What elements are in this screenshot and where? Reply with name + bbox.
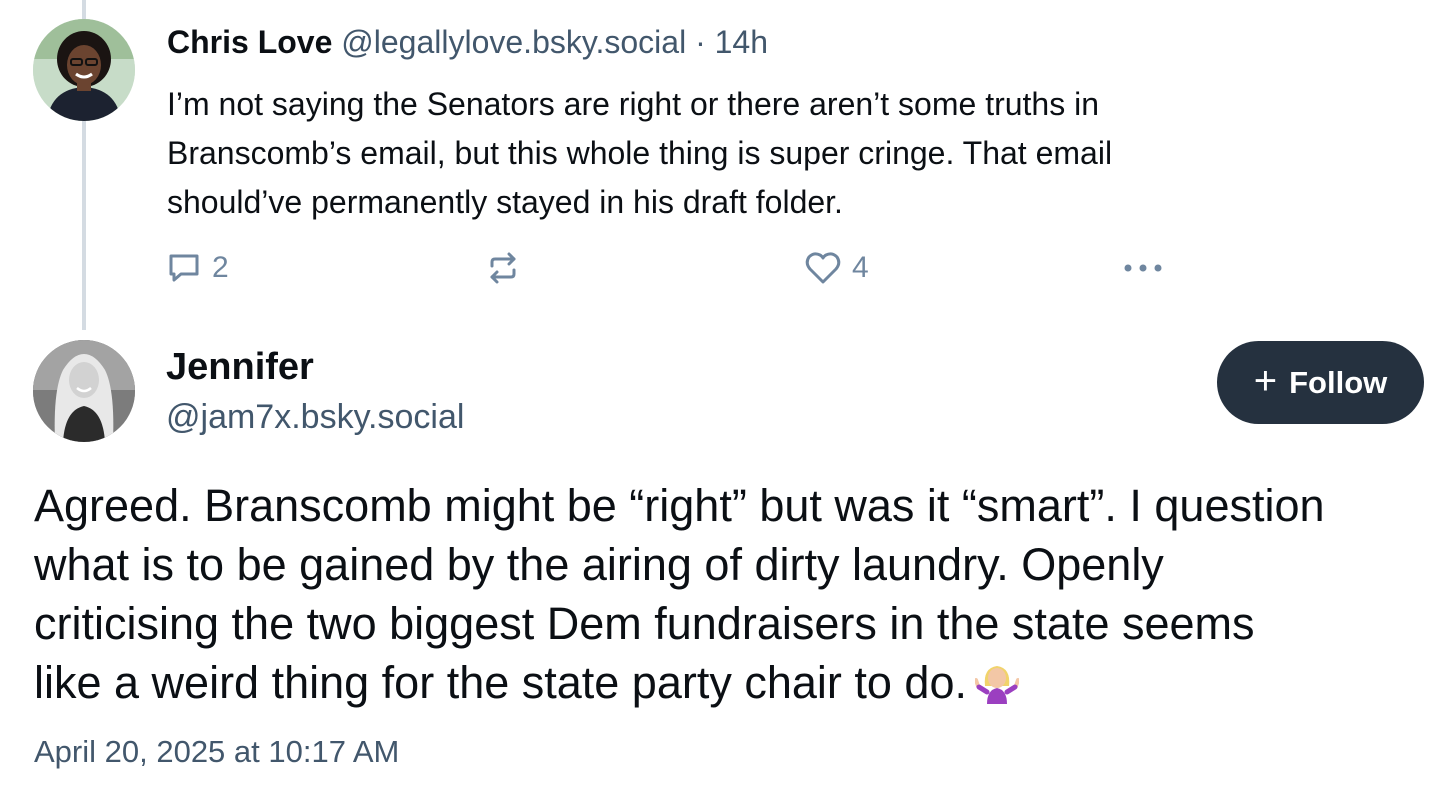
reply-separator: · (695, 24, 706, 60)
plus-icon: + (1253, 358, 1278, 403)
speech-bubble-icon (169, 254, 199, 282)
post-timestamp[interactable]: April 20, 2025 at 10:17 AM (34, 734, 399, 770)
reply-text-line: I’m not saying the Senators are right or… (167, 86, 1100, 122)
reply-header: Chris Love @legallylove.bsky.social · 14… (167, 24, 768, 61)
repost-arrows-icon (490, 252, 516, 284)
heart-outline-icon (805, 252, 841, 284)
more-options-button[interactable] (1120, 248, 1166, 288)
post-text: Agreed. Branscomb might be “right” but w… (34, 476, 1434, 718)
post-author-name[interactable]: Jennifer (166, 346, 314, 389)
post-text-last-line: like a weird thing for the state party c… (34, 653, 1434, 718)
post-text-line: criticising the two biggest Dem fundrais… (34, 598, 1255, 649)
post-author-avatar[interactable] (33, 340, 135, 442)
reply-text: I’m not saying the Senators are right or… (167, 80, 1367, 227)
post-text-line: what is to be gained by the airing of di… (34, 539, 1164, 590)
reply-author-handle[interactable]: @legallylove.bsky.social (341, 24, 686, 60)
follow-button[interactable]: + Follow (1217, 341, 1424, 424)
post-text-line: like a weird thing for the state party c… (34, 657, 967, 708)
post-author-handle[interactable]: @jam7x.bsky.social (166, 398, 464, 437)
reply-text-line: should’ve permanently stayed in his draf… (167, 184, 843, 220)
ellipsis-icon (1124, 264, 1162, 272)
repost-button[interactable] (484, 248, 522, 288)
woman-shrugging-emoji-icon (973, 656, 1020, 718)
reply-text-line: Branscomb’s email, but this whole thing … (167, 135, 1113, 171)
post-text-line: Agreed. Branscomb might be “right” but w… (34, 480, 1325, 531)
avatar-photo (33, 340, 135, 442)
reply-author-name[interactable]: Chris Love (167, 24, 332, 60)
avatar-photo (33, 19, 135, 121)
reply-button[interactable]: 2 (166, 248, 229, 288)
reply-time[interactable]: 14h (715, 24, 768, 60)
reply-count: 2 (212, 251, 229, 284)
follow-label: Follow (1289, 364, 1388, 400)
reply-author-avatar[interactable] (33, 19, 135, 121)
like-button[interactable]: 4 (804, 248, 869, 288)
like-count: 4 (852, 251, 869, 284)
